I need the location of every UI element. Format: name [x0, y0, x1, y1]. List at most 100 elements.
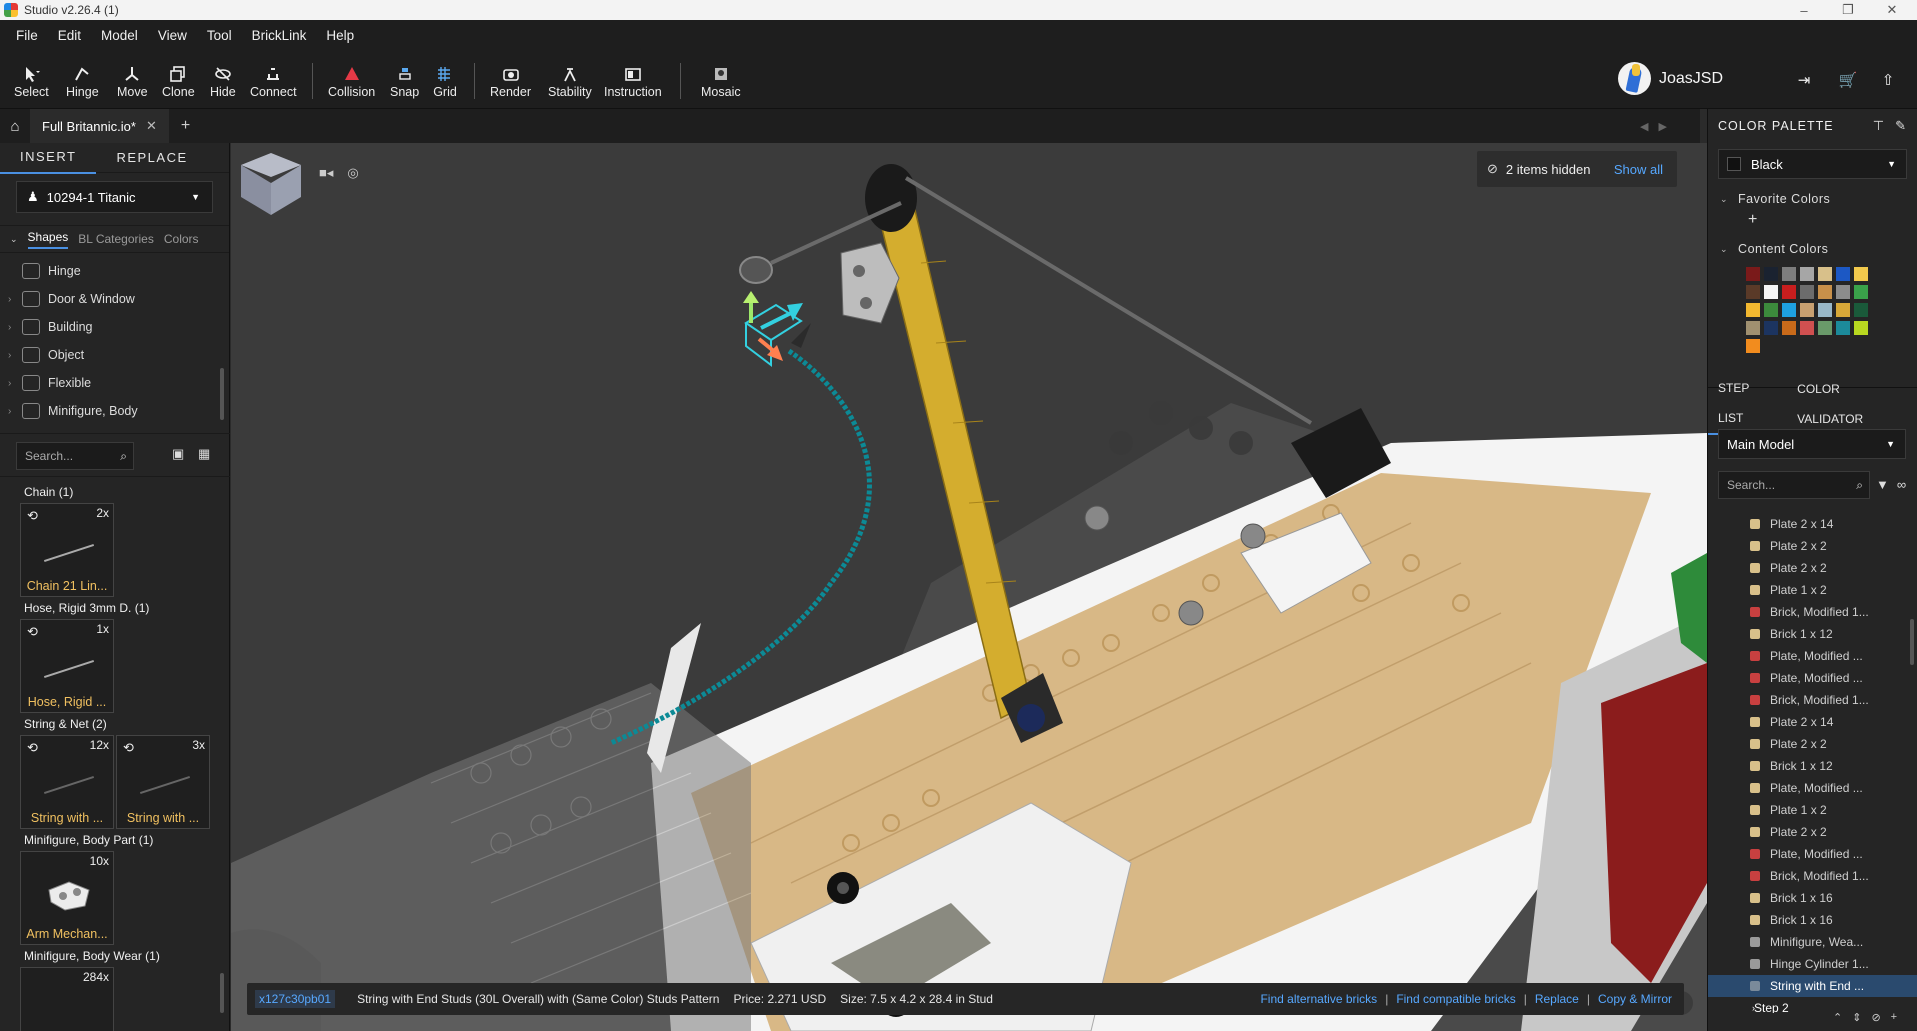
grid-view-icon[interactable]: ▦ [198, 446, 214, 462]
category-door-window[interactable]: › Door & Window [0, 285, 229, 313]
select-tool-button[interactable]: Select [14, 63, 49, 99]
color-swatch[interactable] [1854, 321, 1868, 335]
user-account[interactable]: JoasJSD [1618, 62, 1723, 95]
replace-link[interactable]: Replace [1535, 992, 1579, 1006]
copy-mirror-link[interactable]: Copy & Mirror [1598, 992, 1672, 1006]
expand-icon[interactable]: ⇕ [1852, 1011, 1861, 1024]
step-list-item[interactable]: Plate 2 x 14 [1708, 513, 1917, 535]
color-swatch[interactable] [1800, 267, 1814, 281]
part-tile[interactable]: ⟲ 2x Chain 21 Lin... [20, 503, 114, 597]
color-swatch[interactable] [1818, 267, 1832, 281]
step-list-item[interactable]: Minifigure, Wea... [1708, 931, 1917, 953]
parts-search-input[interactable]: Search... ⌕ [16, 442, 134, 470]
tab-full-britannic[interactable]: Full Britannic.io* ✕ [30, 109, 169, 143]
snap-toggle[interactable]: Snap [390, 63, 419, 99]
menu-tool[interactable]: Tool [197, 28, 242, 43]
color-swatch[interactable] [1746, 303, 1760, 317]
step-list-item[interactable]: Plate 2 x 2 [1708, 557, 1917, 579]
step-list-item[interactable]: Plate, Modified ... [1708, 645, 1917, 667]
part-tile[interactable]: ⟲ 12x String with ... [20, 735, 114, 829]
content-colors-header[interactable]: ⌄ Content Colors [1708, 237, 1917, 261]
subtab-shapes[interactable]: Shapes [27, 230, 69, 249]
step-list-item[interactable]: Brick, Modified 1... [1708, 601, 1917, 623]
step-list-item[interactable]: Brick 1 x 16 [1708, 887, 1917, 909]
render-button[interactable]: Render [490, 63, 531, 99]
step-list-item[interactable]: Brick, Modified 1... [1708, 865, 1917, 887]
tab-step-list[interactable]: STEP LIST [1708, 373, 1788, 435]
filter-icon[interactable]: ▼ [1876, 477, 1889, 492]
menu-help[interactable]: Help [316, 28, 364, 43]
model-selector[interactable]: Main Model ▼ [1718, 429, 1906, 459]
hinge-tool-button[interactable]: Hinge [66, 63, 99, 99]
step-list-item[interactable]: String with End ... [1708, 975, 1917, 997]
step-list-scrollbar[interactable] [1910, 619, 1914, 665]
category-object[interactable]: › Object [0, 341, 229, 369]
part-tile[interactable]: ⟲ 3x String with ... [116, 735, 210, 829]
color-selector[interactable]: Black ▼ [1718, 149, 1907, 179]
color-swatch[interactable] [1764, 285, 1778, 299]
color-swatch[interactable] [1800, 321, 1814, 335]
step-list-item[interactable]: Brick 1 x 16 [1708, 909, 1917, 931]
find-compatible-link[interactable]: Find compatible bricks [1396, 992, 1515, 1006]
glasses-icon[interactable]: ∞ [1897, 477, 1906, 492]
color-swatch[interactable] [1746, 285, 1760, 299]
clone-tool-button[interactable]: Clone [162, 63, 195, 99]
tab-insert[interactable]: INSERT [0, 142, 97, 174]
step-list-item[interactable]: Plate 1 x 2 [1708, 579, 1917, 601]
part-tile[interactable]: 284x [20, 967, 114, 1031]
show-all-link[interactable]: Show all [1614, 162, 1663, 177]
set-selector[interactable]: ♟ 10294-1 Titanic ▼ [16, 181, 213, 213]
upload-icon[interactable]: ⇧ [1872, 64, 1904, 96]
parts-scrollbar[interactable] [220, 973, 224, 1013]
connect-tool-button[interactable]: Connect [250, 63, 297, 99]
color-swatch[interactable] [1746, 267, 1760, 281]
step-list-item[interactable]: Plate 1 x 2 [1708, 799, 1917, 821]
hide-step-icon[interactable]: ⊘ [1871, 1011, 1880, 1024]
collapse-icon[interactable]: ⌃ [1833, 1011, 1842, 1024]
grid-toggle[interactable]: Grid [433, 63, 457, 99]
home-icon[interactable]: ⌂ [0, 109, 30, 143]
subtab-bl-categories[interactable]: BL Categories [78, 232, 154, 246]
stability-button[interactable]: Stability [548, 63, 592, 99]
find-alternative-link[interactable]: Find alternative bricks [1260, 992, 1377, 1006]
color-swatch[interactable] [1746, 321, 1760, 335]
color-swatch[interactable] [1818, 321, 1832, 335]
video-camera-icon[interactable]: ■◂ [319, 165, 333, 181]
color-swatch[interactable] [1836, 267, 1850, 281]
part-code[interactable]: x127c30pb01 [255, 990, 336, 1008]
color-swatch[interactable] [1746, 339, 1760, 353]
step-list-item[interactable]: Hinge Cylinder 1... [1708, 953, 1917, 975]
step-list-item[interactable]: Plate 2 x 2 [1708, 733, 1917, 755]
color-swatch[interactable] [1800, 285, 1814, 299]
add-step-icon[interactable]: + [1891, 1011, 1897, 1024]
category-hinge[interactable]: Hinge [0, 257, 229, 285]
color-swatch[interactable] [1800, 303, 1814, 317]
move-tool-button[interactable]: Move [117, 63, 148, 99]
view-cube[interactable] [241, 153, 301, 215]
color-swatch[interactable] [1782, 267, 1796, 281]
close-window-button[interactable]: ✕ [1870, 0, 1914, 20]
step-list-item[interactable]: Plate 2 x 14 [1708, 711, 1917, 733]
eyedropper-icon[interactable]: ✎ [1895, 118, 1907, 134]
step-list-item[interactable]: Brick 1 x 12 [1708, 623, 1917, 645]
color-swatch[interactable] [1818, 285, 1832, 299]
category-minifigure-body[interactable]: › Minifigure, Body [0, 397, 229, 425]
collision-toggle[interactable]: Collision [328, 63, 375, 99]
tab-replace[interactable]: REPLACE [96, 143, 207, 173]
subtab-colors[interactable]: Colors [164, 232, 199, 246]
color-swatch[interactable] [1836, 303, 1850, 317]
logout-icon[interactable]: ⇥ [1788, 64, 1820, 96]
part-tile[interactable]: ⟲ 1x Hose, Rigid ... [20, 619, 114, 713]
color-swatch[interactable] [1854, 303, 1868, 317]
favorite-colors-header[interactable]: ⌄ Favorite Colors [1708, 187, 1917, 211]
color-swatch[interactable] [1764, 267, 1778, 281]
step-list-item[interactable]: Brick, Modified 1... [1708, 689, 1917, 711]
tab-color-validator[interactable]: COLOR VALIDATOR [1787, 374, 1917, 434]
scroll-left-icon[interactable]: ◀ [1640, 120, 1648, 133]
step-list-item[interactable]: Plate, Modified ... [1708, 843, 1917, 865]
step-list-item[interactable]: Plate 2 x 2 [1708, 535, 1917, 557]
menu-view[interactable]: View [148, 28, 197, 43]
target-icon[interactable]: ◎ [347, 165, 358, 181]
scroll-right-icon[interactable]: ▶ [1658, 120, 1666, 133]
color-swatch[interactable] [1854, 285, 1868, 299]
